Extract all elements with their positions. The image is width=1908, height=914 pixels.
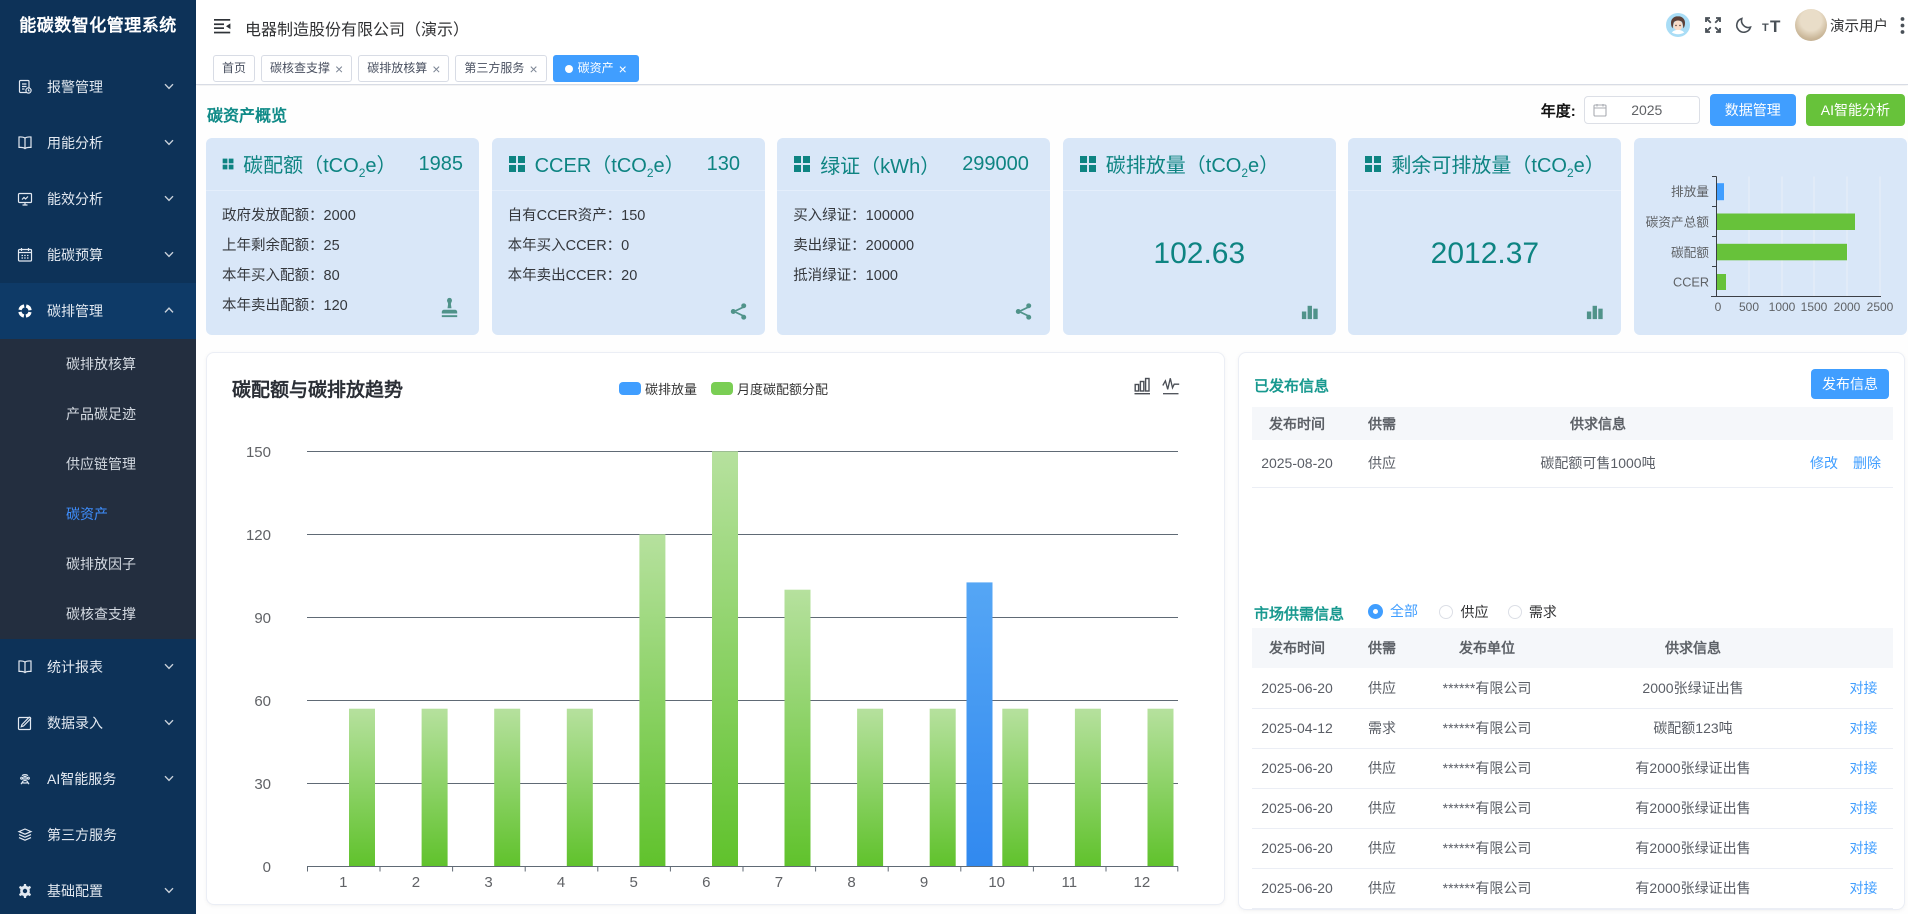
svg-text:60: 60: [254, 693, 271, 710]
svg-text:0: 0: [263, 859, 271, 876]
svg-text:2000: 2000: [1834, 300, 1861, 314]
svg-text:4: 4: [557, 874, 565, 891]
svg-text:2: 2: [412, 874, 420, 891]
svg-text:10: 10: [988, 874, 1005, 891]
svg-text:3: 3: [484, 874, 492, 891]
svg-text:1500: 1500: [1801, 300, 1828, 314]
svg-text:T: T: [1762, 22, 1769, 34]
svg-text:11: 11: [1062, 874, 1078, 891]
svg-text:2500: 2500: [1867, 300, 1894, 314]
svg-text:碳资产总额: 碳资产总额: [1646, 216, 1710, 230]
svg-text:8: 8: [847, 874, 855, 891]
svg-text:30: 30: [254, 776, 271, 793]
svg-text:120: 120: [246, 527, 271, 544]
svg-text:500: 500: [1739, 300, 1759, 314]
svg-text:碳配额: 碳配额: [1671, 246, 1709, 260]
svg-text:90: 90: [254, 610, 271, 627]
svg-text:9: 9: [920, 874, 928, 891]
svg-text:1: 1: [339, 874, 347, 891]
svg-text:5: 5: [630, 874, 638, 891]
svg-text:0: 0: [1715, 300, 1722, 314]
svg-text:T: T: [1770, 17, 1781, 35]
svg-text:12: 12: [1134, 874, 1151, 891]
svg-text:1000: 1000: [1769, 300, 1796, 314]
svg-text:6: 6: [702, 874, 710, 891]
svg-text:CCER: CCER: [1673, 276, 1709, 290]
svg-text:150: 150: [246, 444, 271, 461]
svg-text:排放量: 排放量: [1671, 185, 1709, 199]
svg-text:7: 7: [775, 874, 783, 891]
